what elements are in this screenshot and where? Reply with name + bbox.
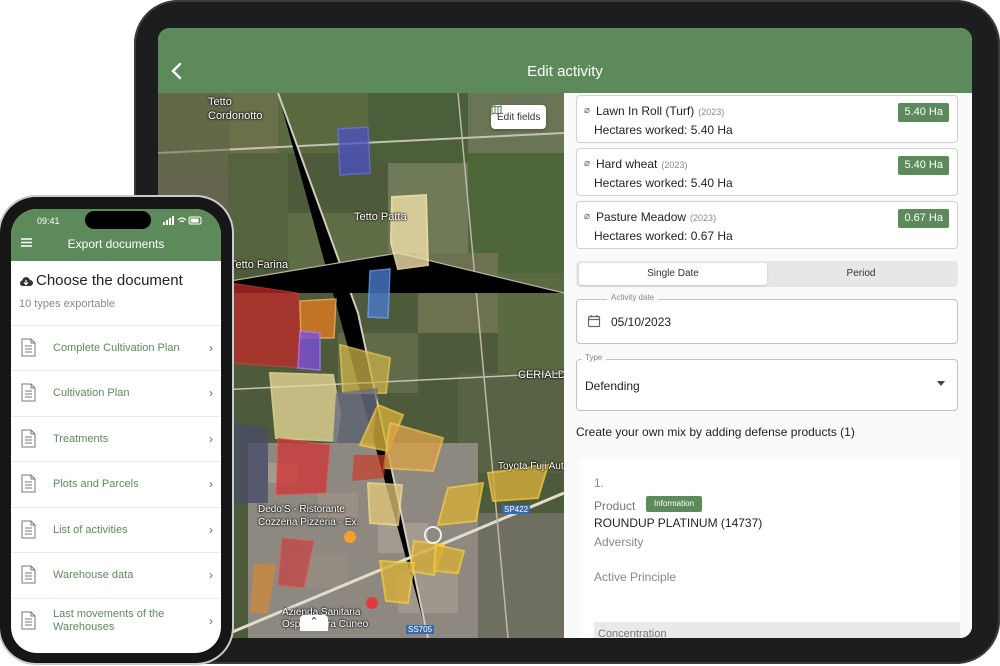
document-icon [21, 520, 36, 539]
activity-date-field[interactable]: Activity date 05/10/2023 [576, 293, 958, 344]
calendar-icon[interactable] [587, 314, 601, 328]
document-label: Treatments [53, 433, 109, 445]
document-label: List of activities [53, 524, 128, 536]
chevron-right-icon: › [209, 614, 213, 628]
document-icon [21, 429, 36, 448]
crop-hectares-worked: Hectares worked: 5.40 Ha [594, 176, 733, 190]
dropdown-caret-icon [937, 381, 945, 386]
leaf-icon: ⌀ [584, 158, 591, 169]
document-item[interactable]: Warehouse data › [11, 552, 221, 597]
leaf-icon: ⌀ [584, 211, 591, 222]
place-label: Dedo'S - Ristorante Cozzeria Pizzeria - … [258, 504, 360, 528]
document-item[interactable]: List of activities › [11, 507, 221, 552]
document-icon [21, 474, 36, 493]
document-item[interactable]: Cultivation Plan › [11, 370, 221, 415]
status-icons [163, 216, 203, 227]
crop-name: Hard wheat [596, 157, 658, 171]
place-label: Tetto Patta [354, 211, 407, 223]
activity-date-label: Activity date [607, 293, 659, 302]
product-name: ROUNDUP PLATINUM (14737) [594, 516, 763, 530]
document-icon [21, 565, 36, 584]
product-number: 1. [594, 476, 605, 490]
road-label: SP422 [502, 505, 531, 514]
crop-hectares-worked: Hectares worked: 0.67 Ha [594, 229, 733, 243]
active-principle-label: Active Principle [594, 570, 677, 584]
map-icon [491, 105, 502, 115]
types-count: 10 types exportable [19, 298, 116, 310]
crop-year: (2023) [661, 160, 688, 170]
phone-page-title: Export documents [67, 237, 165, 251]
chevron-right-icon: › [209, 477, 213, 491]
place-label: Toyota Fuji Aut [498, 461, 564, 472]
single-date-option[interactable]: Single Date [579, 263, 767, 285]
activity-form-panel[interactable]: ⌀ Lawn In Roll (Turf) (2023) Hectares wor… [564, 93, 972, 638]
adversity-label: Adversity [594, 535, 644, 549]
chevron-right-icon: › [209, 523, 213, 537]
restaurant-marker-icon [344, 531, 356, 543]
crop-name: Pasture Meadow [596, 210, 687, 224]
document-label: Last movements of the Warehouses [53, 608, 165, 633]
hectares-badge: 5.40 Ha [898, 156, 949, 175]
chevron-right-icon: › [209, 386, 213, 400]
concentration-field[interactable]: Concentration [594, 622, 960, 638]
document-item[interactable]: Last movements of the Warehouses › [11, 598, 221, 653]
map-collapse-handle[interactable]: ⌃ [300, 615, 328, 631]
document-icon [21, 338, 36, 357]
place-label: Tetto Cordonotto [208, 96, 263, 122]
concentration-label: Concentration [598, 628, 667, 638]
date-mode-toggle[interactable]: Single Date Period [576, 261, 958, 287]
hectares-badge: 0.67 Ha [898, 209, 949, 228]
type-value: Defending [585, 379, 640, 393]
chevron-right-icon: › [209, 432, 213, 446]
document-label: Plots and Parcels [53, 478, 139, 490]
document-item[interactable]: Treatments › [11, 416, 221, 461]
choose-title: Choose the document [36, 272, 183, 289]
mix-section-title: Create your own mix by adding defense pr… [576, 425, 855, 439]
document-icon [21, 611, 36, 630]
crop-year: (2023) [690, 213, 717, 223]
document-label: Cultivation Plan [53, 387, 130, 399]
type-select[interactable]: Type Defending [576, 353, 958, 411]
hectares-badge: 5.40 Ha [898, 103, 949, 122]
choose-document-heading: Choose the document [19, 272, 183, 289]
information-badge[interactable]: Information [646, 496, 703, 512]
document-label: Warehouse data [53, 569, 134, 581]
period-option[interactable]: Period [767, 263, 955, 285]
tablet-device: Edit activity Edit fields Tetto Cordonot… [134, 0, 1000, 664]
document-icon [21, 383, 36, 402]
edit-fields-label: Edit fields [497, 111, 541, 123]
chevron-right-icon: › [209, 341, 213, 355]
place-label: Tetto Farina [230, 259, 289, 271]
crop-name: Lawn In Roll (Turf) [596, 104, 695, 118]
document-item[interactable]: Complete Cultivation Plan › [11, 325, 221, 370]
place-label: CERIALD [518, 369, 564, 381]
chevron-right-icon: › [209, 568, 213, 582]
document-label: Complete Cultivation Plan [53, 342, 180, 354]
page-title: Edit activity [527, 63, 603, 80]
signal-wifi-battery-icon [163, 216, 202, 225]
chevron-up-icon: ⌃ [309, 616, 319, 628]
phone-device: 09:41 Export documents Choose the docume… [0, 197, 232, 663]
phone-header: 09:41 Export documents [11, 209, 221, 261]
activity-date-value: 05/10/2023 [611, 315, 672, 329]
app-header: Edit activity [158, 28, 972, 93]
type-label: Type [581, 353, 607, 362]
marketing-composition: Edit activity Edit fields Tetto Cordonot… [0, 0, 1000, 666]
edit-fields-button[interactable]: Edit fields [491, 105, 547, 129]
phone-screen: 09:41 Export documents Choose the docume… [11, 209, 221, 653]
document-item[interactable]: Plots and Parcels › [11, 461, 221, 506]
crop-hectares-worked: Hectares worked: 5.40 Ha [594, 123, 733, 137]
crop-card[interactable]: ⌀ Pasture Meadow (2023) Hectares worked: … [576, 201, 958, 249]
crop-year: (2023) [698, 107, 725, 117]
dynamic-island [85, 211, 151, 229]
cloud-download-icon [20, 276, 33, 286]
product-label: Product [594, 499, 636, 513]
crop-card[interactable]: ⌀ Lawn In Roll (Turf) (2023) Hectares wor… [576, 95, 958, 143]
status-time: 09:41 [37, 216, 60, 226]
road-label: SS705 [406, 625, 435, 634]
tablet-screen: Edit activity Edit fields Tetto Cordonot… [158, 28, 972, 638]
product-card[interactable]: 1. Product Information ROUNDUP PLATINUM … [580, 460, 960, 638]
crop-card[interactable]: ⌀ Hard wheat (2023) Hectares worked: 5.40… [576, 148, 958, 196]
leaf-icon: ⌀ [584, 105, 591, 116]
